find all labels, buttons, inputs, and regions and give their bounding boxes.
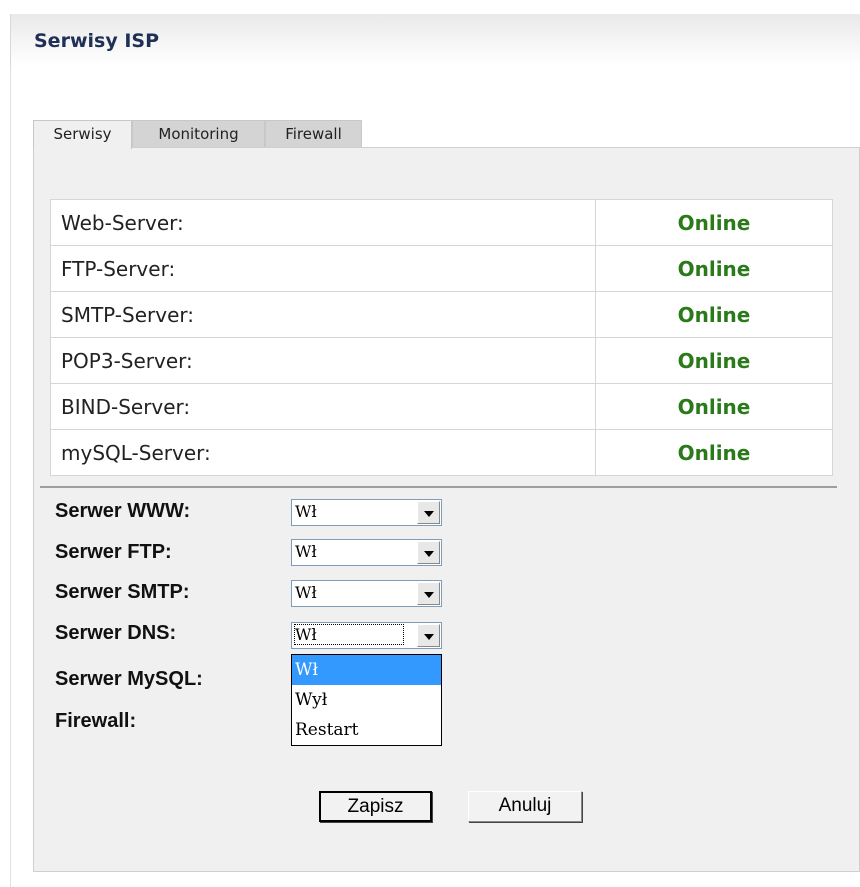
table-row: POP3-Server: Online [50,337,833,384]
select-serwer-www[interactable]: Wł [291,499,442,526]
table-row: SMTP-Server: Online [50,291,833,338]
label-serwer-dns: Serwer DNS: [55,622,177,644]
chevron-down-icon[interactable] [417,541,440,564]
status-badge: Online [595,337,833,384]
table-row: BIND-Server: Online [50,383,833,430]
status-badge: Online [595,245,833,292]
tab-monitoring[interactable]: Monitoring [132,120,265,148]
select-serwer-dns[interactable]: Wł [291,622,442,649]
status-badge: Online [595,383,833,430]
dropdown-option-restart[interactable]: Restart [292,715,441,745]
panel-left-border [10,66,11,887]
service-name: BIND-Server: [50,383,596,430]
select-value: Wł [294,624,404,645]
tab-serwisy[interactable]: Serwisy [33,120,132,149]
select-serwer-ftp[interactable]: Wł [291,539,442,566]
page-title: Serwisy ISP [34,30,159,52]
select-value: Wł [295,583,317,602]
label-serwer-ftp: Serwer FTP: [55,541,172,563]
service-name: SMTP-Server: [50,291,596,338]
chevron-down-icon[interactable] [417,582,440,605]
label-serwer-mysql: Serwer MySQL: [55,668,203,690]
status-badge: Online [595,429,833,476]
cancel-button[interactable]: Anuluj [468,791,582,822]
service-name: Web-Server: [50,199,596,246]
label-serwer-www: Serwer WWW: [55,500,191,522]
status-badge: Online [595,291,833,338]
table-row: FTP-Server: Online [50,245,833,292]
service-name: mySQL-Server: [50,429,596,476]
select-value: Wł [295,542,317,561]
dropdown-option-on[interactable]: Wł [292,655,441,685]
section-divider [40,486,837,488]
tab-firewall[interactable]: Firewall [265,120,362,148]
table-row: Web-Server: Online [50,199,833,246]
label-firewall: Firewall: [55,710,137,732]
chevron-down-icon[interactable] [417,501,440,524]
table-row: mySQL-Server: Online [50,429,833,476]
save-button[interactable]: Zapisz [319,791,432,822]
chevron-down-icon[interactable] [417,624,440,647]
tab-content-panel: Web-Server: Online FTP-Server: Online SM… [33,147,860,872]
select-serwer-smtp[interactable]: Wł [291,580,442,607]
service-name: POP3-Server: [50,337,596,384]
service-status-table: Web-Server: Online FTP-Server: Online SM… [50,199,833,476]
panel-header: Serwisy ISP [10,14,860,66]
label-serwer-smtp: Serwer SMTP: [55,581,190,603]
service-name: FTP-Server: [50,245,596,292]
dropdown-option-off[interactable]: Wył [292,685,441,715]
status-badge: Online [595,199,833,246]
dns-dropdown-list[interactable]: Wł Wył Restart [291,654,442,746]
select-value: Wł [295,502,317,521]
